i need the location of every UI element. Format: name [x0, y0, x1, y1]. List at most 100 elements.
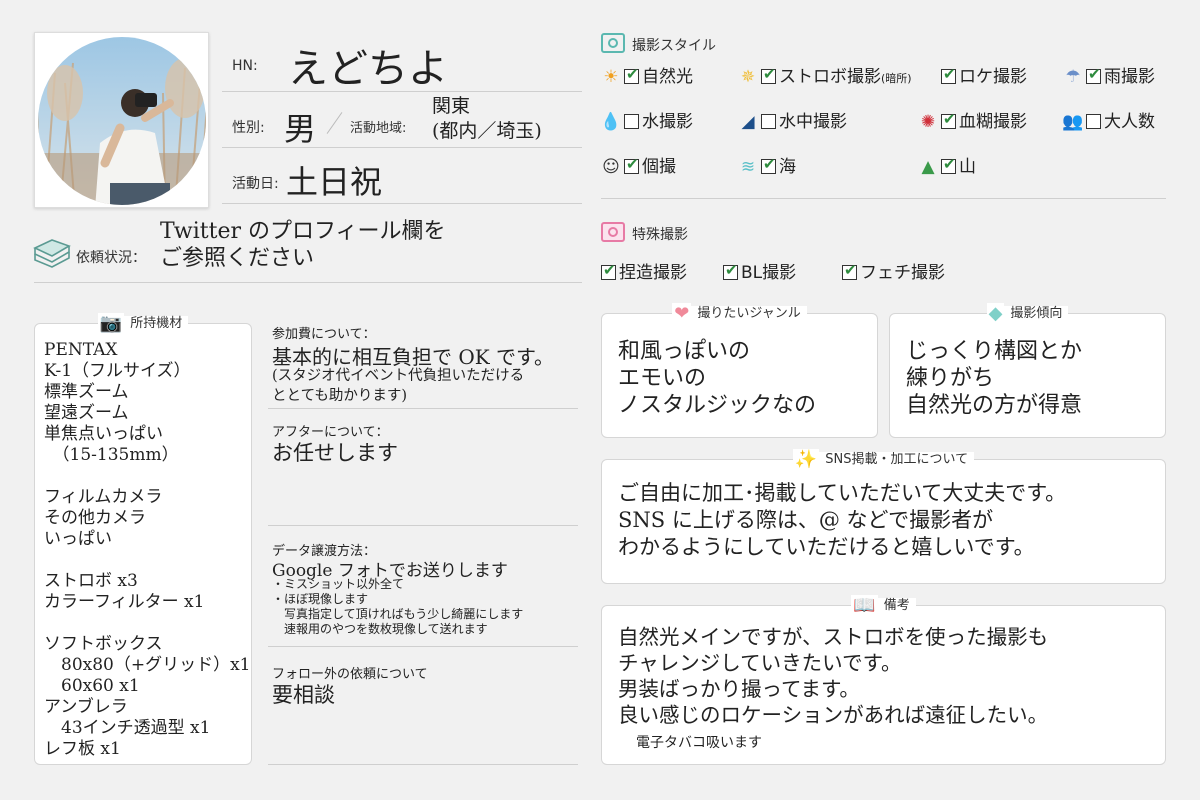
handle-name: えどちよ	[288, 46, 448, 92]
style-option[interactable]: ☂ 雨撮影	[1062, 62, 1155, 87]
equipment-line	[44, 613, 251, 634]
checkbox[interactable]	[761, 65, 776, 84]
notes-small: 電子タバコ吸います	[636, 735, 762, 751]
genre-text: 和風っぽいの エモいの ノスタルジックなの	[618, 339, 817, 418]
checkbox[interactable]	[723, 261, 738, 280]
checkbox[interactable]	[761, 155, 776, 174]
area-label: 活動地域:	[350, 121, 407, 136]
checkbox[interactable]	[624, 114, 639, 129]
checkbox[interactable]	[624, 155, 639, 174]
notes-card: 📖 備考 自然光メインですが、ストロボを使った撮影も チャレンジしていきたいです。…	[601, 595, 1166, 765]
checkbox[interactable]	[842, 261, 857, 280]
divider	[222, 91, 582, 92]
area-value: 関東 (都内／埼玉)	[432, 95, 542, 142]
checkbox[interactable]	[624, 65, 639, 84]
slash-divider	[326, 112, 343, 134]
equipment-title: 所持機材	[124, 316, 189, 331]
style-option-label: 海	[779, 157, 796, 177]
style-option[interactable]: 👥 大人数	[1062, 107, 1155, 132]
style-option[interactable]: ▲山	[917, 152, 976, 177]
divider	[268, 525, 578, 526]
style-option[interactable]: ◢ 水中撮影	[737, 107, 847, 132]
style-option-label: 山	[959, 157, 976, 177]
style-option[interactable]: ☀ 自然光	[600, 62, 693, 87]
equipment-line: 標準ズーム	[44, 382, 129, 402]
genre-card: ❤ 撮りたいジャンル 和風っぽいの エモいの ノスタルジックなの	[601, 303, 878, 438]
heart-icon: ❤	[672, 303, 692, 324]
tendency-card: ◆ 撮影傾向 じっくり構図とか 練りがち 自然光の方が得意	[889, 303, 1166, 438]
notes-text: 自然光メインですが、ストロボを使った撮影も チャレンジしていきたいです。 男装ば…	[618, 625, 1049, 727]
divider	[268, 408, 578, 409]
checkbox[interactable]	[1086, 65, 1101, 84]
divider	[601, 198, 1166, 199]
equipment-line: その他カメラ	[44, 508, 146, 528]
divider	[222, 203, 582, 204]
checkbox[interactable]	[941, 155, 956, 174]
equipment-list: PENTAX K-1（フルサイズ） 標準ズーム 望遠ズーム 単焦点いっぱい （15-13…	[44, 340, 251, 760]
checkbox[interactable]	[941, 110, 956, 129]
style-option[interactable]: ✺ 血糊撮影	[917, 107, 1027, 132]
equipment-line: 望遠ズーム	[44, 403, 129, 423]
tendency-title: 撮影傾向	[1004, 306, 1069, 321]
divider	[268, 646, 578, 647]
style-option[interactable]: ロケ撮影	[917, 62, 1027, 87]
equipment-line: アンブレラ	[44, 697, 128, 717]
non-follower-value: 要相談	[272, 683, 335, 707]
fee-label: 参加費について：	[272, 327, 376, 342]
style-option[interactable]: 💧 水撮影	[600, 107, 693, 132]
special-option-label: フェチ撮影	[860, 263, 945, 283]
style-option-label: ロケ撮影	[959, 67, 1027, 87]
flash-icon: ✵	[740, 67, 756, 87]
style-option-label: 水撮影	[642, 112, 693, 132]
special-option[interactable]: 捏造撮影	[601, 258, 687, 283]
style-option[interactable]: ☺ 個撮	[600, 152, 676, 177]
divider	[222, 147, 582, 148]
gender-label: 性別:	[232, 120, 265, 136]
wave-icon: ≋	[740, 157, 756, 177]
sparkle-wand-icon: ✨	[792, 449, 820, 470]
mountain-icon: ▲	[921, 157, 935, 177]
equipment-line: 単焦点いっぱい	[44, 424, 163, 444]
checkbox[interactable]	[1086, 114, 1101, 129]
style-option-label: 個撮	[642, 157, 676, 177]
style-option-label: 大人数	[1104, 112, 1155, 132]
special-option[interactable]: フェチ撮影	[842, 258, 945, 283]
genre-title: 撮りたいジャンル	[691, 306, 807, 321]
sns-card: ✨ SNS掲載・加工について ご自由に加工･掲載していただいて大丈夫です。 SNS…	[601, 449, 1166, 584]
equipment-line: PENTAX	[44, 340, 118, 360]
sun-icon: ☀	[603, 67, 619, 87]
blood-icon: ✺	[920, 112, 936, 132]
days-label: 活動日:	[232, 176, 279, 192]
gem-icon: ◆	[986, 303, 1005, 324]
checkbox[interactable]	[941, 65, 956, 84]
special-title: 特殊撮影	[632, 227, 688, 243]
style-option-label: 血糊撮影	[959, 112, 1027, 132]
tendency-text: じっくり構図とか 練りがち 自然光の方が得意	[906, 339, 1083, 418]
special-option-label: BL撮影	[741, 263, 797, 283]
book-icon: 📖	[851, 595, 878, 616]
profile-photo-frame	[34, 32, 209, 208]
style-option-label: 水中撮影	[779, 112, 847, 132]
special-option[interactable]: BL撮影	[723, 258, 796, 283]
crowd-icon: 👥	[1062, 112, 1084, 132]
camera-icon: 📷	[97, 313, 125, 334]
request-label: 依頼状況：	[76, 250, 146, 266]
special-option-label: 捏造撮影	[619, 263, 687, 283]
fee-note: (スタジオ代イベント代負担いただける ととても助かります)	[272, 368, 525, 404]
style-title: 撮影スタイル	[632, 38, 716, 54]
notes-title: 備考	[877, 598, 916, 613]
equipment-line: （15-135mm）	[44, 445, 179, 465]
swimmer-icon: ◢	[741, 112, 755, 132]
style-option-suffix: (暗所)	[881, 72, 912, 85]
equipment-line: いっぱい	[44, 529, 112, 549]
equipment-line: フィルムカメラ	[44, 487, 163, 507]
equipment-line: カラーフィルター x1	[44, 592, 205, 612]
style-option[interactable]: ✵ ストロボ撮影(暗所)	[737, 62, 912, 87]
style-option[interactable]: ≋海	[737, 152, 796, 177]
equipment-line: ソフトボックス	[44, 634, 163, 654]
equipment-line: 60x60 x1	[44, 676, 140, 696]
checkbox[interactable]	[761, 114, 776, 129]
equipment-line	[44, 466, 251, 487]
umbrella-icon: ☂	[1065, 67, 1081, 87]
checkbox[interactable]	[601, 261, 616, 280]
